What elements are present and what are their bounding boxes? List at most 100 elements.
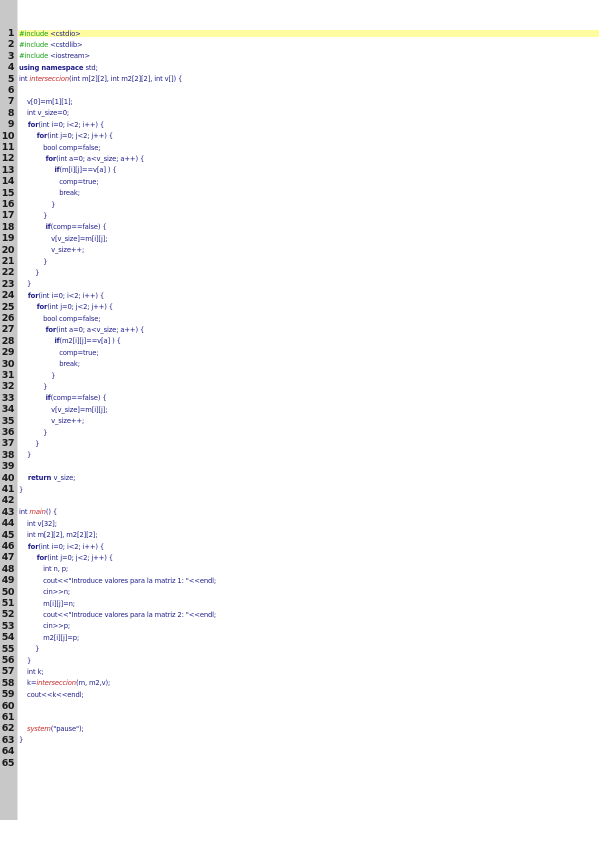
line-number: 2 <box>7 39 15 51</box>
line-number: 46 <box>1 541 15 552</box>
line-number: 28 <box>1 335 15 347</box>
code-line[interactable]: } <box>19 645 39 653</box>
code-line[interactable]: int n, p; <box>19 565 68 573</box>
code-token: std; <box>85 63 98 72</box>
line-number: 60 <box>1 700 15 712</box>
code-line[interactable]: } <box>19 280 31 288</box>
code-token: if <box>19 166 60 175</box>
code-line[interactable]: k=interseccion(m, m2,v); <box>19 679 110 687</box>
code-line[interactable]: return v_size; <box>19 474 76 483</box>
line-number: 22 <box>1 267 15 279</box>
code-token: int k; <box>19 667 44 676</box>
code-token: (m2[i][j]==v[a] ) { <box>59 337 121 346</box>
line-number: 61 <box>1 712 15 723</box>
code-line[interactable]: int m[2][2], m2[2][2]; <box>19 531 98 539</box>
code-line[interactable]: v[0]=m[1][1]; <box>19 98 73 106</box>
code-line[interactable]: v_size++; <box>19 246 84 254</box>
code-line[interactable]: bool comp=false; <box>19 144 100 152</box>
code-token: ("pause"); <box>50 724 84 733</box>
line-number: 39 <box>1 461 15 473</box>
code-line[interactable]: for(int j=0; j<2; j++) { <box>19 132 113 140</box>
code-line[interactable]: bool comp=false; <box>19 315 100 323</box>
line-number: 4 <box>7 62 15 74</box>
code-line[interactable]: int v_size=0; <box>19 109 69 117</box>
code-line[interactable]: int main() { <box>19 508 57 516</box>
code-token: #include <box>19 52 51 61</box>
line-number: 13 <box>1 164 15 176</box>
code-line[interactable]: comp=true; <box>19 349 98 357</box>
code-line[interactable]: v_size++; <box>19 417 84 425</box>
code-line[interactable]: break; <box>19 189 80 197</box>
code-line[interactable]: for(int a=0; a<v_size; a++) { <box>19 155 145 163</box>
code-editor[interactable]: 1 #include <cstdio> 2 #include <cstdlib> 3 #i… <box>0 0 599 848</box>
current-line-highlight <box>18 30 599 37</box>
code-line[interactable]: comp=true; <box>19 178 98 186</box>
code-line[interactable]: } <box>19 451 31 459</box>
code-token: (int j=0; j<2; j++) { <box>47 303 113 312</box>
code-token: bool comp=false; <box>19 314 101 323</box>
code-line[interactable]: } <box>19 486 23 494</box>
code-line[interactable]: cin>>n; <box>19 588 70 596</box>
code-line[interactable]: int interseccion(int m[2][2], int m2[2][… <box>19 75 182 83</box>
code-line[interactable]: for(int a=0; a<v_size; a++) { <box>19 326 145 334</box>
code-line[interactable]: if(m2[i][j]==v[a] ) { <box>19 337 121 346</box>
code-token: #include <box>19 40 51 49</box>
code-line[interactable]: #include <iostream> <box>19 52 90 60</box>
code-line[interactable]: v[v_size]=m[i][j]; <box>19 235 107 243</box>
gutter-divider <box>17 0 18 820</box>
code-line[interactable]: m2[i][j]=p; <box>19 634 79 642</box>
code-token: for <box>19 303 48 312</box>
code-line[interactable]: } <box>19 383 47 391</box>
code-line[interactable]: if(comp==false) { <box>19 394 107 402</box>
code-token: v[v_size]=m[i][j]; <box>19 234 108 243</box>
code-line[interactable]: for(int i=0; i<2; i++) { <box>19 543 104 551</box>
code-line[interactable]: } <box>19 736 23 744</box>
code-line[interactable]: } <box>19 258 47 266</box>
line-number: 10 <box>1 130 15 142</box>
code-line[interactable]: cout<<"Introduce valores para la matriz … <box>19 611 216 619</box>
code-line[interactable]: int v[32]; <box>19 520 57 528</box>
line-number: 27 <box>1 324 15 336</box>
code-line[interactable]: } <box>19 201 55 209</box>
line-number: 42 <box>1 495 15 507</box>
code-line[interactable]: } <box>19 440 39 448</box>
line-number: 40 <box>1 472 15 484</box>
code-line[interactable]: } <box>19 429 47 437</box>
code-token: int n, p; <box>19 565 69 574</box>
line-number: 20 <box>1 244 15 256</box>
code-line[interactable]: } <box>19 657 31 665</box>
code-token: cin>>p; <box>19 622 71 631</box>
code-token: (int j=0; j<2; j++) { <box>47 132 113 141</box>
code-line[interactable]: } <box>19 372 55 380</box>
code-token: v[0]=m[1][1]; <box>19 97 73 106</box>
line-number: 33 <box>1 392 15 404</box>
code-token: int <box>19 75 30 84</box>
code-token: (int i=0; i<2; i++) { <box>38 120 105 129</box>
code-line[interactable]: cin>>p; <box>19 622 70 630</box>
code-line[interactable]: m[i][j]=n; <box>19 600 75 608</box>
code-token: } <box>19 428 48 437</box>
code-line[interactable]: cout<<k<<endl; <box>19 691 84 699</box>
code-token: v_size; <box>53 474 76 483</box>
code-line[interactable]: v[v_size]=m[i][j]; <box>19 406 107 414</box>
code-line[interactable]: break; <box>19 360 80 368</box>
code-line[interactable]: #include <cstdio> <box>19 30 81 38</box>
code-line[interactable]: int k; <box>19 667 44 676</box>
code-line[interactable]: using namespace std; <box>19 64 98 72</box>
code-line[interactable]: } <box>19 269 39 277</box>
code-line[interactable]: for(int i=0; i<2; i++) { <box>19 121 104 129</box>
code-token: for <box>19 291 39 300</box>
code-line[interactable]: } <box>19 212 47 220</box>
code-line[interactable]: for(int i=0; i<2; i++) { <box>19 292 104 300</box>
code-line[interactable]: cout<<"Introduce valores para la matriz … <box>19 577 216 585</box>
code-line[interactable]: #include <cstdlib> <box>19 41 83 49</box>
line-number: 50 <box>1 586 15 598</box>
code-line[interactable]: if(m[i][j]==v[a] ) { <box>19 166 116 175</box>
line-number: 19 <box>1 233 15 245</box>
code-line[interactable]: for(int j=0; j<2; j++) { <box>19 554 113 562</box>
code-line[interactable]: system("pause"); <box>19 725 84 733</box>
code-line[interactable]: for(int j=0; j<2; j++) { <box>19 303 113 311</box>
line-number: 15 <box>1 187 15 199</box>
code-line[interactable]: if(comp==false) { <box>19 223 107 231</box>
